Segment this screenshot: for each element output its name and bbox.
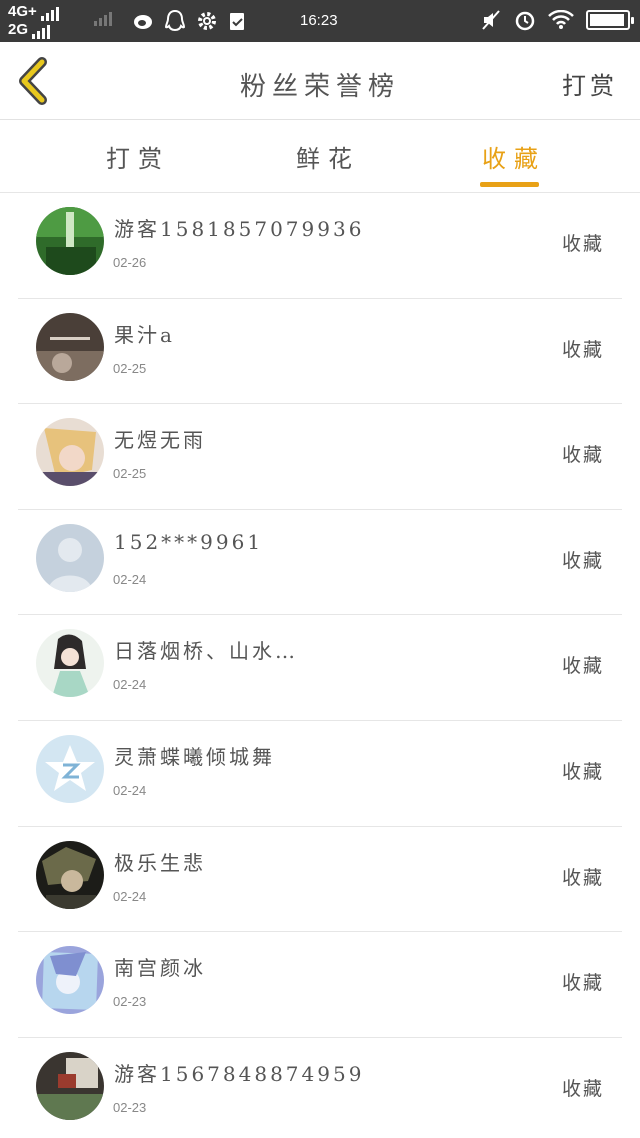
fan-date: 02-24 <box>113 571 147 587</box>
avatar <box>36 312 104 381</box>
fans-list: 游客1581857079936 02-26 收藏 果汁a 02-25 收藏 无煜… <box>0 193 640 1138</box>
fan-name: 无煜无雨 <box>114 428 206 453</box>
avatar <box>36 734 104 803</box>
avatar <box>36 946 104 1015</box>
fan-name: 日落烟桥、山水… <box>114 639 298 664</box>
list-item[interactable]: 南宫颜冰 02-23 收藏 <box>18 932 622 1038</box>
fan-date: 02-24 <box>113 782 147 798</box>
fan-name: 极乐生悲 <box>114 850 206 875</box>
fan-date: 02-25 <box>113 466 147 482</box>
list-item[interactable]: 无煜无雨 02-25 收藏 <box>18 404 622 510</box>
fan-name: 南宫颜冰 <box>114 956 206 981</box>
fan-name: 游客1581857079936 <box>114 217 365 241</box>
list-item[interactable]: 灵萧蝶曦倾城舞 02-24 收藏 <box>18 721 622 827</box>
fan-name: 果汁a <box>114 322 175 347</box>
status-time: 16:23 <box>300 12 338 29</box>
title-bar: 粉丝荣誉榜 打赏 <box>0 42 640 120</box>
fan-action-label: 收藏 <box>561 549 604 572</box>
list-item[interactable]: 果汁a 02-25 收藏 <box>18 299 622 405</box>
fan-date: 02-25 <box>113 360 147 376</box>
tab-reward[interactable]: 打赏 <box>106 139 170 174</box>
reward-button[interactable]: 打赏 <box>562 66 618 101</box>
fan-name: 灵萧蝶曦倾城舞 <box>114 744 275 769</box>
list-item[interactable]: 日落烟桥、山水… 02-24 收藏 <box>18 615 622 721</box>
fan-action-label: 收藏 <box>561 866 604 889</box>
gear-icon <box>198 12 216 30</box>
avatar <box>36 629 104 698</box>
fan-action-label: 收藏 <box>561 972 604 995</box>
fan-action-label: 收藏 <box>561 233 604 255</box>
network-4g-label: 4G+ <box>8 3 37 20</box>
status-bar: 4G+ 2G 16:23 <box>0 0 640 42</box>
avatar <box>36 207 104 275</box>
avatar <box>36 418 104 487</box>
mute-icon <box>482 10 500 30</box>
signal-icon <box>94 12 112 26</box>
fan-name: 游客1567848874959 <box>114 1061 365 1086</box>
list-item[interactable]: 游客1581857079936 02-26 收藏 <box>18 193 622 299</box>
fan-action-label: 收藏 <box>561 760 604 783</box>
fan-date: 02-24 <box>113 677 147 693</box>
list-item[interactable]: 极乐生悲 02-24 收藏 <box>18 827 622 933</box>
fan-action-label: 收藏 <box>561 1077 604 1100</box>
tab-flowers[interactable]: 鲜花 <box>296 139 360 174</box>
fan-date: 02-26 <box>113 255 147 270</box>
network-2g-label: 2G <box>8 21 29 38</box>
signal-icon <box>40 7 59 21</box>
tab-bar: 打赏 鲜花 收藏 <box>0 121 640 193</box>
list-item[interactable]: 152***9961 02-24 收藏 <box>18 510 622 616</box>
avatar <box>36 523 104 592</box>
battery-icon <box>586 10 634 30</box>
fan-action-label: 收藏 <box>561 338 604 361</box>
tab-favorites[interactable]: 收藏 <box>482 139 546 174</box>
fan-action-label: 收藏 <box>561 444 604 467</box>
network-indicator: 4G+ 2G <box>8 3 59 39</box>
fan-date: 02-23 <box>113 994 147 1010</box>
avatar <box>36 1051 104 1120</box>
alarm-icon <box>515 11 535 31</box>
fan-date: 02-23 <box>113 1099 147 1115</box>
page-title: 粉丝荣誉榜 <box>239 72 400 102</box>
fan-action-label: 收藏 <box>561 655 604 678</box>
avatar <box>36 840 104 909</box>
weibo-icon <box>134 15 152 29</box>
signal-icon <box>32 25 51 39</box>
list-item[interactable]: 游客1567848874959 02-23 收藏 <box>18 1038 622 1138</box>
qq-icon <box>164 9 186 32</box>
fan-name: 152***9961 <box>114 529 264 554</box>
active-tab-indicator <box>480 182 539 187</box>
clipboard-icon <box>230 13 244 30</box>
wifi-icon <box>548 10 574 29</box>
fan-date: 02-24 <box>113 888 147 904</box>
